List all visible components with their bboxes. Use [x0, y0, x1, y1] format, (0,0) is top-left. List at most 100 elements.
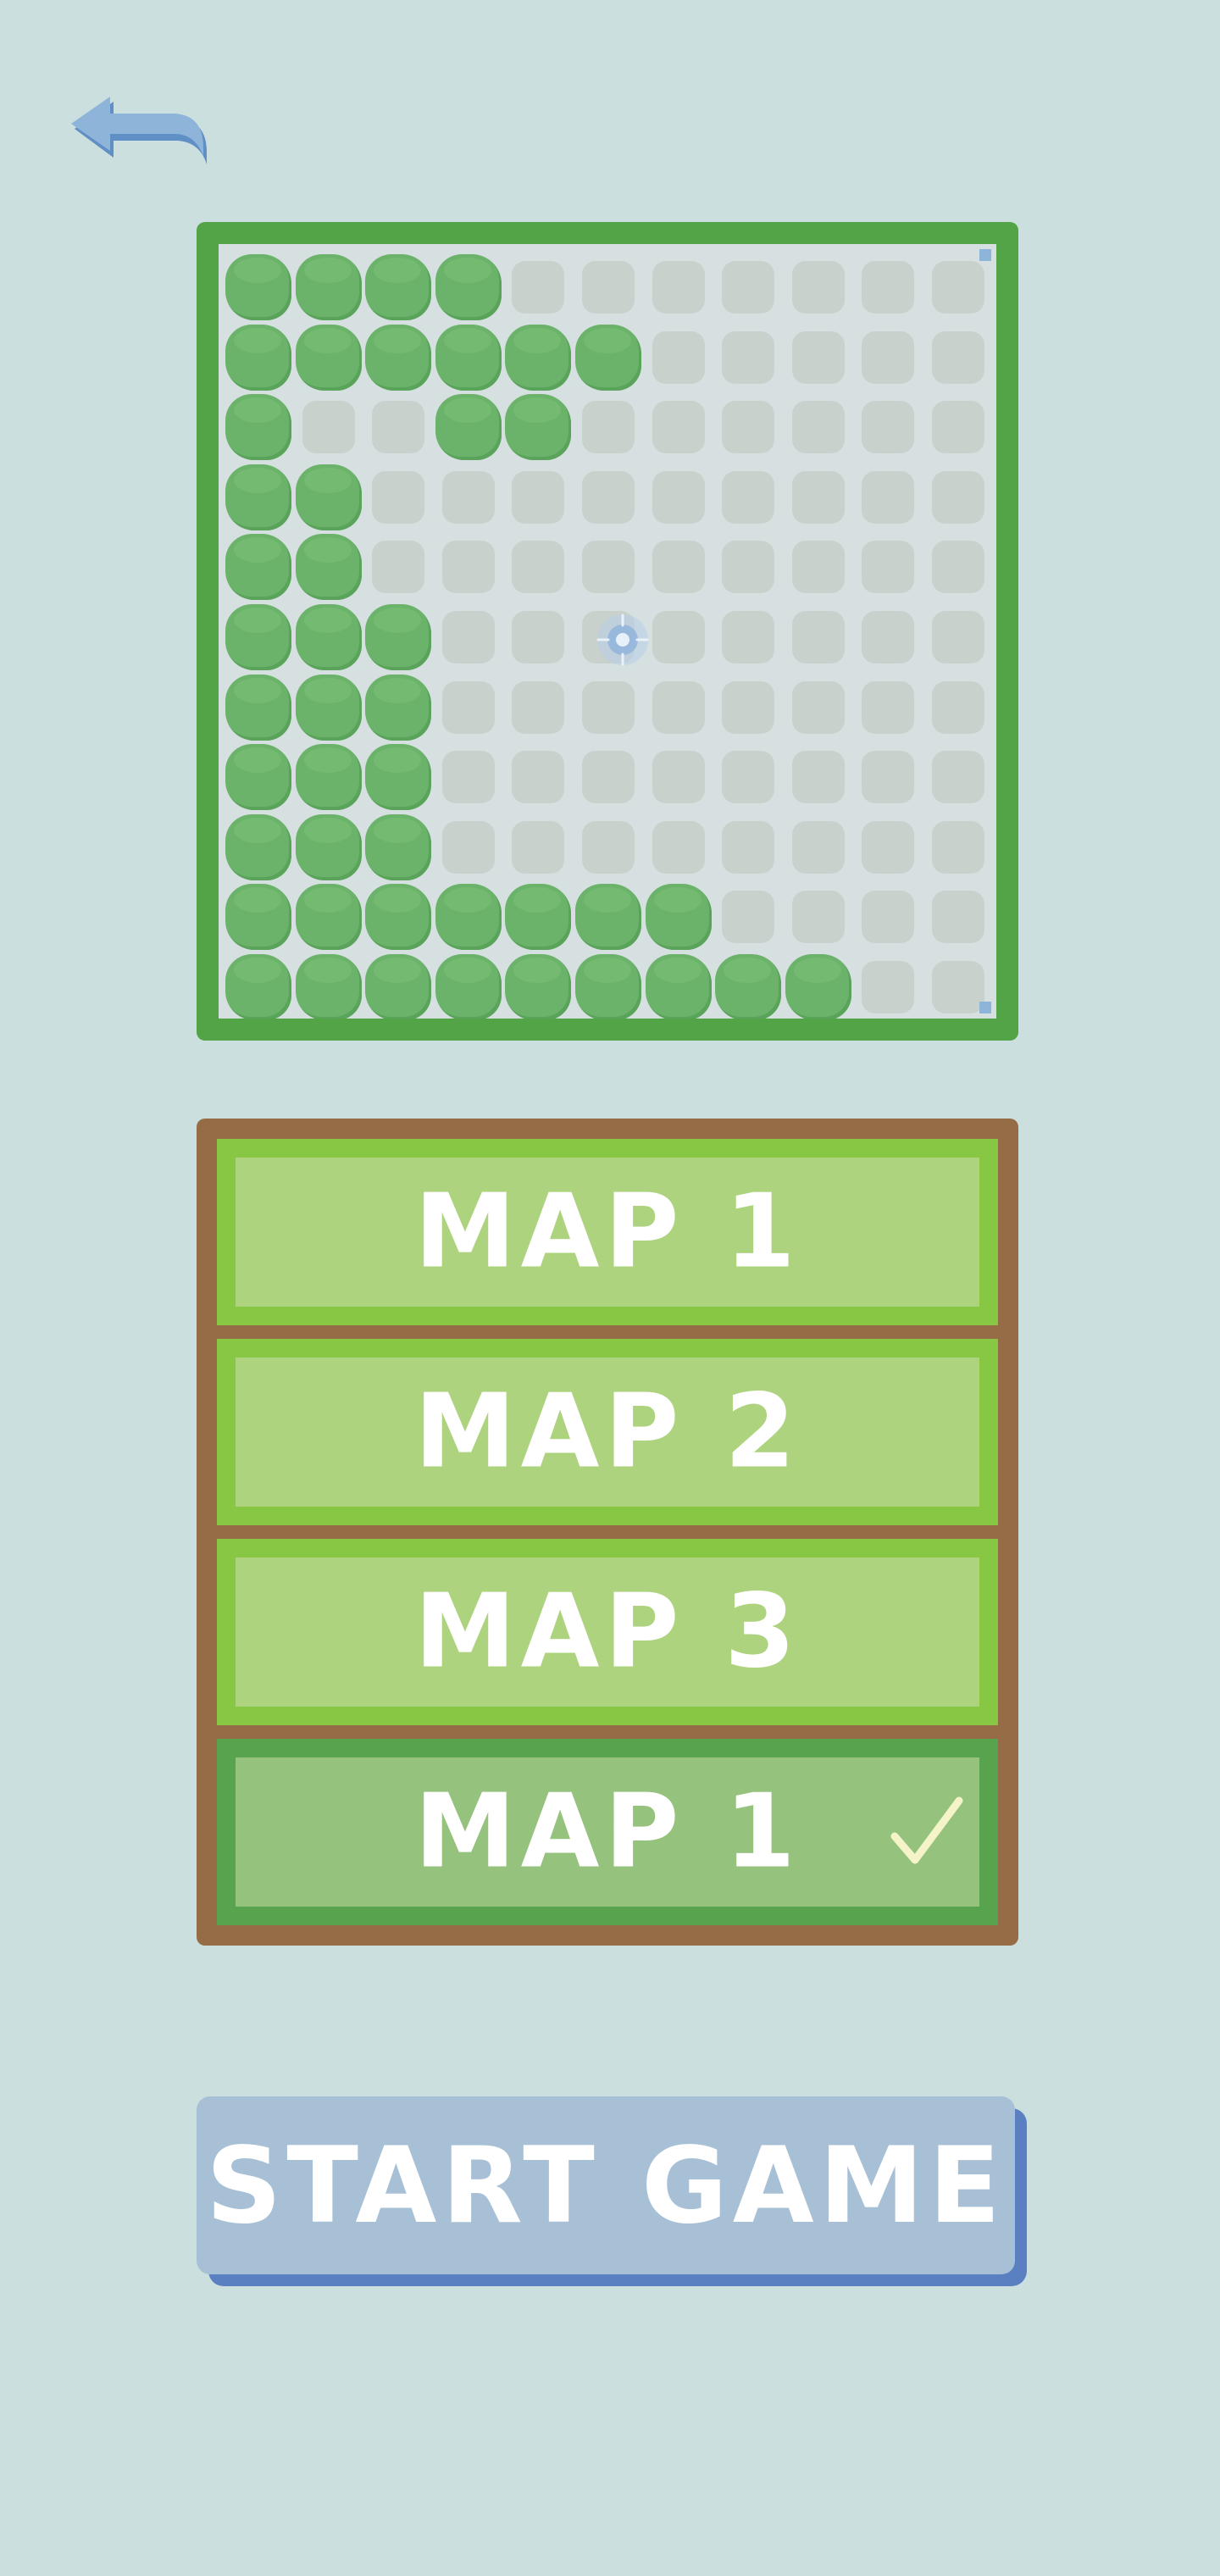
tree-tile — [503, 882, 574, 952]
empty-tile — [853, 323, 923, 393]
empty-tile — [713, 532, 784, 602]
tree-tile — [224, 813, 294, 883]
empty-tile — [294, 392, 364, 463]
empty-tile — [853, 532, 923, 602]
empty-tile — [713, 882, 784, 952]
empty-tile — [923, 602, 994, 673]
tree-tile — [644, 952, 714, 1019]
tree-tile — [713, 952, 784, 1019]
corner-marker — [979, 1002, 991, 1013]
map-button-label: MAP 2 — [414, 1373, 801, 1491]
tree-tile — [224, 602, 294, 673]
empty-tile — [923, 463, 994, 533]
tree-tile — [294, 463, 364, 533]
empty-tile — [713, 602, 784, 673]
map-preview-area — [219, 244, 996, 1019]
check-icon — [890, 1796, 963, 1864]
empty-tile — [784, 602, 854, 673]
map-button-label: MAP 3 — [414, 1573, 801, 1691]
empty-tile — [574, 532, 644, 602]
empty-tile — [923, 323, 994, 393]
empty-tile — [644, 253, 714, 323]
empty-tile — [784, 323, 854, 393]
empty-tile — [434, 813, 504, 883]
back-button[interactable] — [59, 85, 212, 169]
tree-tile — [363, 323, 434, 393]
empty-tile — [644, 392, 714, 463]
empty-tile — [853, 742, 923, 813]
spawn-point-icon — [596, 613, 649, 666]
empty-tile — [434, 673, 504, 743]
empty-tile — [853, 602, 923, 673]
empty-tile — [363, 532, 434, 602]
empty-tile — [713, 673, 784, 743]
tree-tile — [363, 602, 434, 673]
map-button-1[interactable]: MAP 1 — [217, 1139, 998, 1325]
empty-tile — [434, 463, 504, 533]
map-button-3[interactable]: MAP 3 — [217, 1539, 998, 1725]
empty-tile — [784, 532, 854, 602]
empty-tile — [713, 323, 784, 393]
tree-tile — [294, 882, 364, 952]
empty-tile — [784, 742, 854, 813]
empty-tile — [574, 463, 644, 533]
tree-tile — [294, 742, 364, 813]
tree-tile — [224, 952, 294, 1019]
tree-tile — [363, 742, 434, 813]
tree-tile — [224, 532, 294, 602]
empty-tile — [784, 463, 854, 533]
tree-tile — [434, 323, 504, 393]
empty-tile — [923, 742, 994, 813]
tree-tile — [224, 742, 294, 813]
tree-tile — [363, 882, 434, 952]
empty-tile — [923, 532, 994, 602]
empty-tile — [503, 253, 574, 323]
back-arrow-icon — [71, 97, 207, 164]
empty-tile — [644, 742, 714, 813]
empty-tile — [503, 602, 574, 673]
tree-tile — [574, 882, 644, 952]
empty-tile — [784, 253, 854, 323]
tree-tile — [503, 323, 574, 393]
tree-tile — [434, 392, 504, 463]
tree-tile — [644, 882, 714, 952]
tree-tile — [224, 673, 294, 743]
empty-tile — [853, 952, 923, 1019]
empty-tile — [574, 673, 644, 743]
map-button-2[interactable]: MAP 2 — [217, 1339, 998, 1525]
tree-tile — [434, 882, 504, 952]
tree-tile — [434, 952, 504, 1019]
tree-tile — [434, 253, 504, 323]
start-game-button[interactable]: START GAME — [197, 2096, 1027, 2286]
tree-tile — [294, 602, 364, 673]
tree-tile — [363, 952, 434, 1019]
tree-tile — [363, 813, 434, 883]
empty-tile — [923, 813, 994, 883]
tree-tile — [294, 253, 364, 323]
empty-tile — [644, 532, 714, 602]
empty-tile — [644, 673, 714, 743]
tree-tile — [224, 882, 294, 952]
tree-tile — [574, 323, 644, 393]
tree-tile — [294, 952, 364, 1019]
empty-tile — [713, 813, 784, 883]
tree-tile — [224, 253, 294, 323]
tree-tile — [294, 323, 364, 393]
empty-tile — [853, 463, 923, 533]
empty-tile — [644, 323, 714, 393]
empty-tile — [503, 463, 574, 533]
empty-tile — [574, 392, 644, 463]
empty-tile — [784, 392, 854, 463]
empty-tile — [644, 463, 714, 533]
empty-tile — [434, 602, 504, 673]
empty-tile — [853, 813, 923, 883]
empty-tile — [713, 392, 784, 463]
empty-tile — [784, 813, 854, 883]
map-button-4-selected[interactable]: MAP 1 — [217, 1739, 998, 1925]
map-button-label: MAP 1 — [414, 1173, 801, 1291]
empty-tile — [503, 742, 574, 813]
tree-tile — [294, 532, 364, 602]
tree-tile — [503, 392, 574, 463]
map-list: MAP 1 MAP 2 MAP 3 MAP 1 — [197, 1119, 1018, 1946]
empty-tile — [713, 742, 784, 813]
